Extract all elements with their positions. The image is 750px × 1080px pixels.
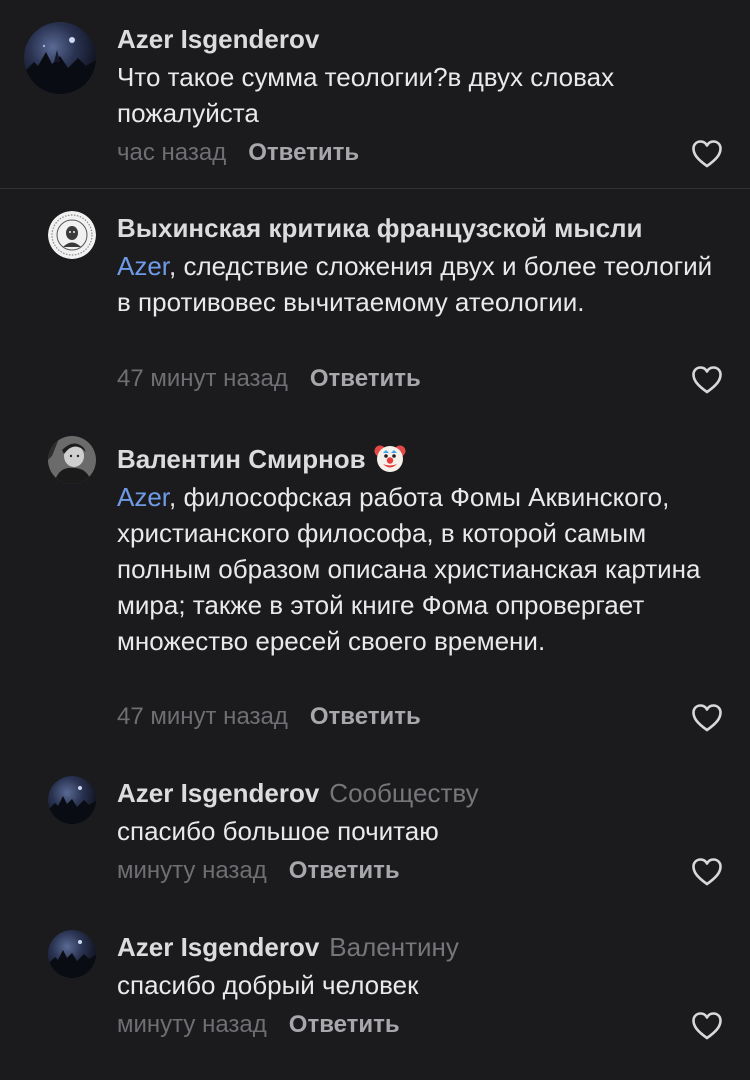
comment-text: Azer, философская работа Фомы Аквинского…	[117, 482, 701, 656]
comment-text: спасибо добрый человек	[117, 970, 419, 1000]
heart-outline-icon[interactable]	[692, 1012, 722, 1040]
avatar[interactable]	[48, 211, 96, 259]
avatar[interactable]	[48, 930, 96, 978]
comment-timestamp: 47 минут назад	[117, 703, 288, 730]
reply-to-label: Сообществу	[329, 778, 479, 808]
reply-button[interactable]: Ответить	[310, 365, 421, 392]
heart-outline-icon[interactable]	[692, 140, 722, 168]
comment-timestamp: час назад	[117, 139, 227, 166]
comment-timestamp: 47 минут назад	[117, 365, 288, 392]
avatar[interactable]	[24, 22, 96, 94]
heart-outline-icon[interactable]	[692, 858, 722, 886]
comment-text: спасибо большое почитаю	[117, 816, 439, 846]
author-name[interactable]: Валентин Смирнов	[117, 444, 366, 474]
author-name[interactable]: Azer Isgenderov	[117, 932, 319, 962]
reply-button[interactable]: Ответить	[248, 139, 359, 166]
comment-timestamp: минуту назад	[117, 1011, 267, 1038]
divider	[0, 188, 750, 189]
author-name[interactable]: Выхинская критика французской мысли	[117, 213, 643, 243]
comment-text: Что такое сумма теологии?в двух словах п…	[117, 62, 615, 128]
heart-outline-icon[interactable]	[692, 366, 722, 394]
reply-button[interactable]: Ответить	[289, 857, 400, 884]
reply-button[interactable]: Ответить	[289, 1011, 400, 1038]
clown-face-icon	[374, 442, 406, 480]
author-name[interactable]: Azer Isgenderov	[117, 778, 319, 808]
reply-button[interactable]: Ответить	[310, 703, 421, 730]
comment-timestamp: минуту назад	[117, 857, 267, 884]
heart-outline-icon[interactable]	[692, 704, 722, 732]
reply-to-label: Валентину	[329, 932, 459, 962]
comment-text: Azer, следствие сложения двух и более те…	[117, 251, 713, 317]
comment-feed: Azer Isgenderov Что такое сумма теологии…	[0, 0, 750, 1080]
avatar[interactable]	[48, 436, 96, 484]
mention-link[interactable]: Azer	[117, 482, 169, 512]
mention-link[interactable]: Azer	[117, 251, 169, 281]
avatar[interactable]	[48, 776, 96, 824]
author-name[interactable]: Azer Isgenderov	[117, 24, 319, 54]
